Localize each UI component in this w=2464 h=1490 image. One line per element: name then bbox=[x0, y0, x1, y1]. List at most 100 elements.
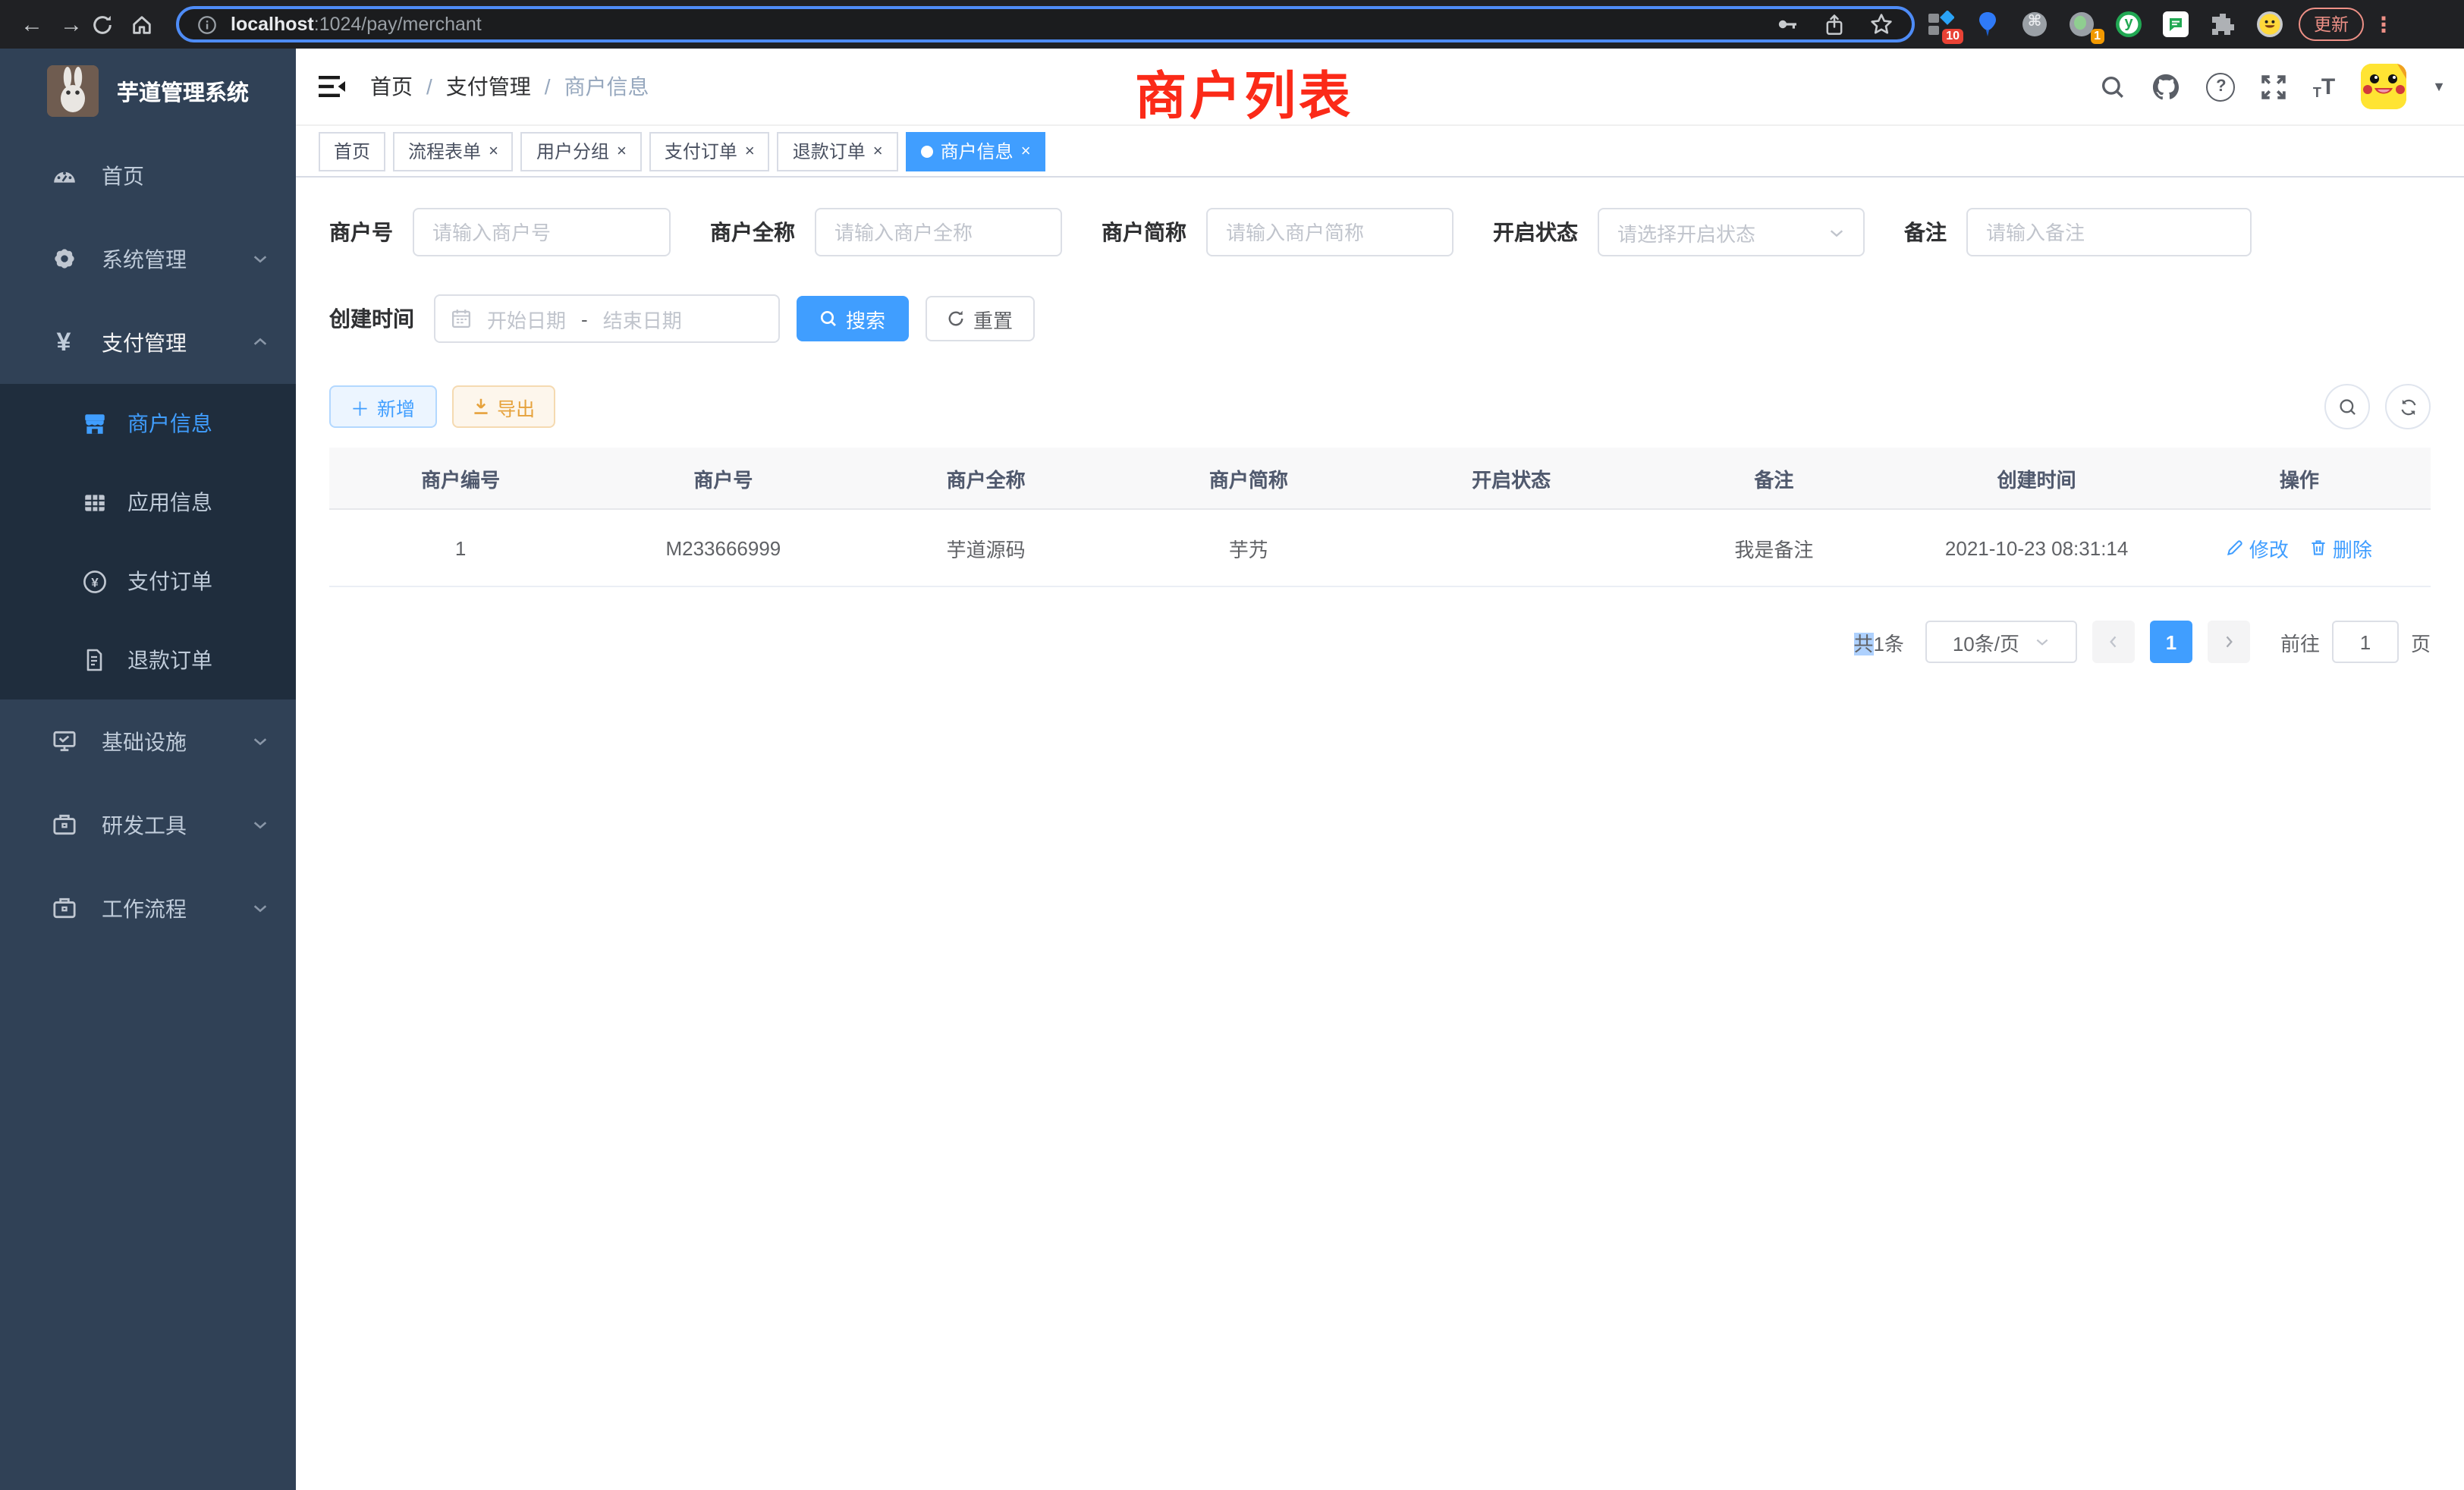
share-icon[interactable] bbox=[1824, 13, 1845, 36]
calendar-icon bbox=[451, 308, 472, 329]
extension-tiles-icon[interactable]: 10 bbox=[1927, 11, 1954, 38]
sidebar-item-refund-order[interactable]: 退款订单 bbox=[0, 621, 296, 699]
goto-page: 前往 页 bbox=[2280, 621, 2431, 663]
cell-actions: 修改 删除 bbox=[2168, 533, 2431, 562]
site-info-icon[interactable] bbox=[197, 14, 217, 34]
status-select[interactable]: 请选择开启状态 bbox=[1598, 208, 1865, 256]
hide-search-button[interactable] bbox=[2324, 384, 2370, 429]
col-header: 操作 bbox=[2168, 464, 2431, 492]
extension-y-icon[interactable]: y bbox=[2115, 11, 2142, 38]
refresh-table-button[interactable] bbox=[2385, 384, 2431, 429]
sidebar-item-workflow[interactable]: 工作流程 bbox=[0, 866, 296, 950]
active-tab-dot bbox=[921, 145, 933, 157]
close-icon[interactable]: × bbox=[745, 142, 755, 160]
browser-menu-icon[interactable]: ⋮ bbox=[2373, 11, 2394, 37]
date-range-picker[interactable]: 开始日期 - 结束日期 bbox=[434, 294, 780, 343]
close-icon[interactable]: × bbox=[617, 142, 627, 160]
sidebar-collapse-icon[interactable] bbox=[319, 74, 346, 99]
close-icon[interactable]: × bbox=[489, 142, 498, 160]
merchant-no-input[interactable] bbox=[413, 208, 671, 256]
user-avatar[interactable] bbox=[2361, 64, 2406, 109]
chevron-down-icon bbox=[2035, 634, 2050, 649]
tab-merchant-info[interactable]: 商户信息× bbox=[906, 131, 1046, 171]
url-path: :1024/pay/merchant bbox=[314, 14, 482, 35]
gear-icon bbox=[49, 246, 79, 272]
date-start-placeholder: 开始日期 bbox=[487, 304, 566, 333]
help-icon[interactable]: ? bbox=[2207, 72, 2236, 101]
add-button[interactable]: ＋ 新增 bbox=[329, 385, 436, 428]
extension-profile-icon[interactable]: 1 bbox=[2068, 11, 2095, 38]
sidebar-item-system[interactable]: 系统管理 bbox=[0, 217, 296, 300]
prev-page-button[interactable] bbox=[2092, 621, 2135, 663]
short-name-label: 商户简称 bbox=[1102, 217, 1186, 247]
tab-user-group[interactable]: 用户分组× bbox=[521, 131, 642, 171]
app-header: 首页 / 支付管理 / 商户信息 ? TT ▼ bbox=[296, 49, 2464, 126]
sidebar-item-app-info[interactable]: 应用信息 bbox=[0, 463, 296, 542]
tab-process-form[interactable]: 流程表单× bbox=[393, 131, 514, 171]
page-size-select[interactable]: 10条/页 bbox=[1925, 621, 2077, 663]
plus-icon: ＋ bbox=[350, 392, 369, 421]
sidebar-item-dev-tools[interactable]: 研发工具 bbox=[0, 783, 296, 866]
current-page-button[interactable]: 1 bbox=[2150, 621, 2192, 663]
col-header: 创建时间 bbox=[1906, 464, 2168, 492]
tab-pay-order[interactable]: 支付订单× bbox=[649, 131, 770, 171]
sidebar-item-home[interactable]: 首页 bbox=[0, 134, 296, 217]
sidebar-item-merchant-info[interactable]: 商户信息 bbox=[0, 384, 296, 463]
browser-update-button[interactable]: 更新 bbox=[2299, 8, 2364, 41]
github-icon[interactable] bbox=[2152, 73, 2181, 100]
font-size-icon[interactable]: TT bbox=[2313, 74, 2335, 99]
main-area: 首页 / 支付管理 / 商户信息 ? TT ▼ bbox=[296, 49, 2464, 1490]
full-name-input[interactable] bbox=[815, 208, 1062, 256]
bookmark-star-icon[interactable] bbox=[1869, 12, 1894, 36]
url-bar[interactable]: localhost:1024/pay/merchant bbox=[176, 6, 1915, 42]
next-page-button[interactable] bbox=[2208, 621, 2250, 663]
edit-link[interactable]: 修改 bbox=[2227, 533, 2289, 562]
profile-avatar-emoji[interactable] bbox=[2256, 11, 2283, 38]
tab-home[interactable]: 首页 bbox=[319, 131, 385, 171]
browser-toolbar: ← → localhost:1024/pay/merchant bbox=[0, 0, 2464, 49]
goto-page-input[interactable] bbox=[2332, 621, 2399, 663]
chevron-down-icon bbox=[1828, 224, 1845, 240]
sidebar-item-label: 支付订单 bbox=[127, 566, 212, 596]
home-icon[interactable] bbox=[130, 13, 170, 36]
col-header: 商户全称 bbox=[855, 464, 1117, 492]
header-actions: ? TT ▼ bbox=[2101, 64, 2446, 109]
sidebar-item-payment[interactable]: ¥ 支付管理 bbox=[0, 300, 296, 384]
download-icon bbox=[471, 398, 489, 416]
close-icon[interactable]: × bbox=[1021, 142, 1031, 160]
breadcrumb-home[interactable]: 首页 bbox=[370, 71, 413, 102]
sidebar-item-infrastructure[interactable]: 基础设施 bbox=[0, 699, 296, 783]
payment-submenu: 商户信息 应用信息 ¥ 支付订单 bbox=[0, 384, 296, 699]
back-icon[interactable]: ← bbox=[12, 11, 52, 37]
extensions-puzzle-icon[interactable] bbox=[2209, 11, 2236, 38]
close-icon[interactable]: × bbox=[873, 142, 883, 160]
document-icon bbox=[79, 648, 109, 672]
app-logo-row[interactable]: 芋道管理系统 bbox=[0, 49, 296, 134]
short-name-input[interactable] bbox=[1206, 208, 1454, 256]
breadcrumb-payment[interactable]: 支付管理 bbox=[446, 71, 531, 102]
search-icon[interactable] bbox=[2101, 74, 2126, 99]
password-key-icon[interactable] bbox=[1775, 12, 1799, 36]
search-button[interactable]: 搜索 bbox=[797, 296, 909, 341]
breadcrumb: 首页 / 支付管理 / 商户信息 bbox=[370, 71, 649, 102]
breadcrumb-current: 商户信息 bbox=[564, 71, 649, 102]
forward-icon[interactable]: → bbox=[52, 11, 91, 37]
avatar-caret-icon[interactable]: ▼ bbox=[2432, 79, 2446, 94]
reload-icon[interactable] bbox=[91, 13, 130, 36]
sidebar-item-pay-order[interactable]: ¥ 支付订单 bbox=[0, 542, 296, 621]
fullscreen-icon[interactable] bbox=[2261, 74, 2287, 99]
delete-link[interactable]: 删除 bbox=[2310, 533, 2372, 562]
search-icon bbox=[820, 310, 838, 328]
sidebar-item-label: 基础设施 bbox=[102, 726, 187, 756]
extension-chat-icon[interactable] bbox=[2162, 11, 2189, 38]
app-title: 芋道管理系统 bbox=[117, 75, 249, 107]
reset-button[interactable]: 重置 bbox=[926, 296, 1035, 341]
svg-text:¥: ¥ bbox=[90, 575, 98, 589]
extension-balloon-icon[interactable] bbox=[1974, 11, 2001, 38]
cell-remark: 我是备注 bbox=[1642, 533, 1905, 562]
cell-full-name: 芋道源码 bbox=[855, 533, 1117, 562]
export-button[interactable]: 导出 bbox=[451, 385, 555, 428]
tab-refund-order[interactable]: 退款订单× bbox=[778, 131, 898, 171]
extension-command-icon[interactable]: ⌘ bbox=[2021, 11, 2048, 38]
remark-input[interactable] bbox=[1966, 208, 2252, 256]
